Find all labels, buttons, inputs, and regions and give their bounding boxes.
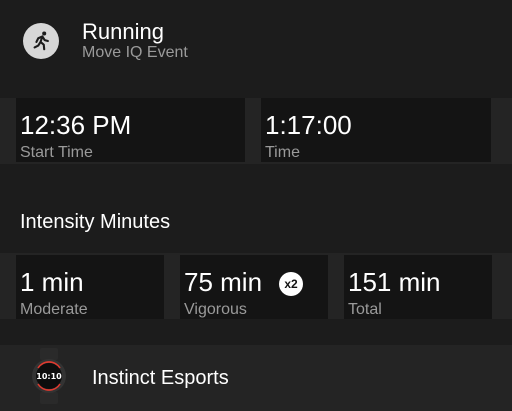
moderate-minutes-cell: 1 min Moderate (16, 255, 164, 319)
watch-screen-time: 10:10 (36, 372, 62, 381)
vigorous-minutes-cell: 75 min Vigorous x2 (180, 255, 328, 319)
moderate-minutes-label: Moderate (20, 301, 88, 318)
intensity-stats-row: 1 min Moderate 75 min Vigorous x2 151 mi… (0, 253, 512, 319)
device-row[interactable]: 10:10 Instinct Esports (0, 345, 512, 411)
time-stats-row: 12:36 PM Start Time 1:17:00 Time (0, 98, 512, 164)
activity-subtitle: Move IQ Event (82, 44, 188, 61)
duration-cell: 1:17:00 Time (261, 98, 491, 162)
duration-label: Time (265, 144, 300, 161)
activity-title: Running (82, 19, 164, 44)
total-minutes-cell: 151 min Total (344, 255, 492, 319)
device-name: Instinct Esports (92, 367, 229, 389)
vigorous-multiplier-badge: x2 (279, 272, 303, 296)
running-person-icon (23, 23, 59, 59)
vigorous-minutes-label: Vigorous (184, 301, 247, 318)
intensity-minutes-header: Intensity Minutes (0, 190, 512, 253)
start-time-label: Start Time (20, 144, 93, 161)
activity-header: Running Move IQ Event (0, 0, 512, 90)
moderate-minutes-value: 1 min (20, 267, 84, 297)
total-minutes-label: Total (348, 301, 382, 318)
total-minutes-value: 151 min (348, 267, 441, 297)
start-time-cell: 12:36 PM Start Time (16, 98, 245, 162)
intensity-minutes-title: Intensity Minutes (20, 211, 171, 233)
start-time-value: 12:36 PM (20, 110, 132, 140)
watch-icon: 10:10 (32, 348, 66, 404)
vigorous-minutes-value: 75 min (184, 267, 263, 297)
duration-value: 1:17:00 (265, 110, 352, 140)
